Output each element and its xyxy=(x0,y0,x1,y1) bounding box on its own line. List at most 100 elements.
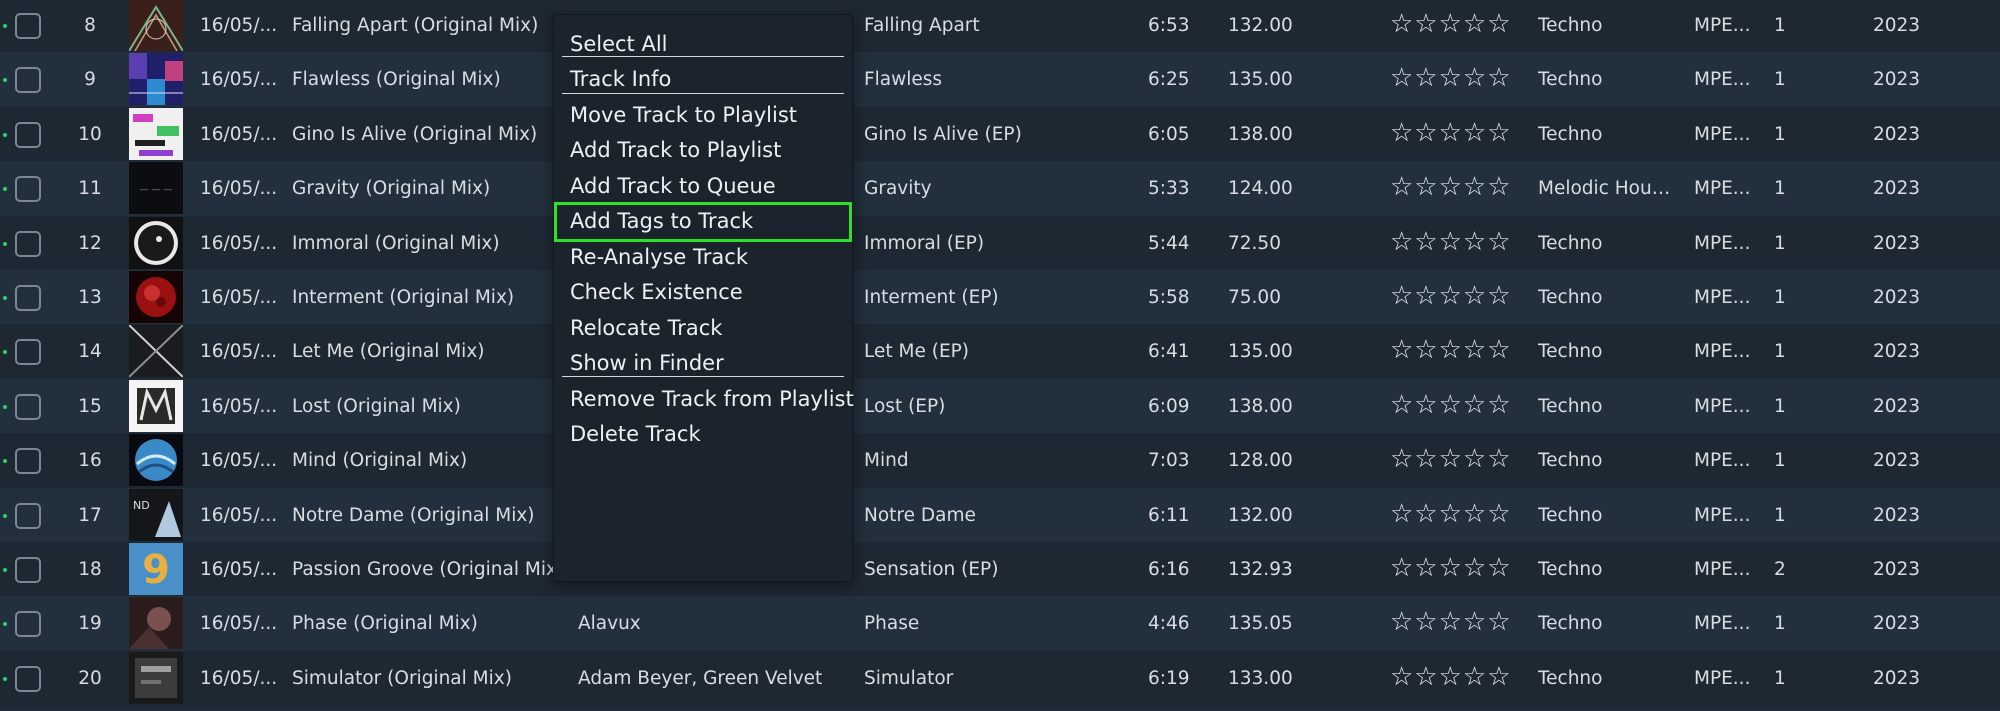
table-row[interactable]: 13 16/05/... Interment (Original Mix) Inter… xyxy=(0,270,2000,325)
track-year: 2023 xyxy=(1873,15,1921,36)
row-checkbox[interactable] xyxy=(15,393,41,420)
track-bpm: 124.00 xyxy=(1228,178,1293,200)
status-dot-icon xyxy=(3,296,7,300)
track-number: 18 xyxy=(78,559,102,580)
menu-item-label: Check Existence xyxy=(570,280,743,304)
menu-item-check-existence[interactable]: Check Existence xyxy=(554,273,852,313)
track-genre: Techno xyxy=(1538,667,1603,689)
table-row[interactable]: 15 16/05/... Lost (Original Mix) Lost (EP) 6… xyxy=(0,378,2000,434)
track-number: 16 xyxy=(78,450,102,472)
track-bpm: 135.00 xyxy=(1228,341,1293,363)
rating-stars[interactable]: ☆☆☆☆☆ xyxy=(1390,501,1512,527)
rating-stars[interactable]: ☆☆☆☆☆ xyxy=(1390,174,1512,200)
date-added: 16/05/... xyxy=(200,613,278,635)
track-duration: 6:16 xyxy=(1148,559,1190,580)
track-number: 12 xyxy=(78,232,102,254)
row-checkbox[interactable] xyxy=(15,448,41,475)
rating-stars[interactable]: ☆☆☆☆☆ xyxy=(1390,664,1512,690)
menu-item-re-analyse-track[interactable]: Re-Analyse Track xyxy=(554,238,852,278)
rating-stars[interactable]: ☆☆☆☆☆ xyxy=(1390,120,1512,146)
menu-item-track-info[interactable]: Track Info xyxy=(554,60,852,100)
track-genre: Techno xyxy=(1538,15,1603,36)
track-album: Interment (EP) xyxy=(864,287,999,308)
menu-item-move-track-to-playlist[interactable]: Move Track to Playlist xyxy=(554,96,852,136)
track-duration: 6:11 xyxy=(1148,504,1190,526)
row-checkbox[interactable] xyxy=(15,13,41,39)
rating-stars[interactable]: ☆☆☆☆☆ xyxy=(1390,392,1512,418)
table-row[interactable]: 11 — — — 16/05/... Gravity (Original Mix) Gr… xyxy=(0,161,2000,216)
rating-stars[interactable]: ☆☆☆☆☆ xyxy=(1390,446,1512,472)
track-disc: 1 xyxy=(1774,287,1786,308)
date-added: 16/05/... xyxy=(200,341,278,363)
track-format: MPE... xyxy=(1694,667,1751,689)
table-row[interactable]: 8 16/05/... Falling Apart (Original Mix) Fa… xyxy=(0,0,2000,53)
menu-item-add-track-to-playlist[interactable]: Add Track to Playlist xyxy=(554,131,852,171)
row-checkbox[interactable] xyxy=(15,611,41,638)
rating-stars[interactable]: ☆☆☆☆☆ xyxy=(1390,283,1512,309)
row-checkbox[interactable] xyxy=(15,176,41,203)
status-dot-icon xyxy=(3,187,7,192)
rating-stars[interactable]: ☆☆☆☆☆ xyxy=(1390,609,1512,635)
row-checkbox[interactable] xyxy=(15,557,41,583)
track-format: MPE... xyxy=(1694,287,1751,308)
rating-stars[interactable]: ☆☆☆☆☆ xyxy=(1390,11,1512,37)
album-art-thumbnail xyxy=(129,379,183,432)
rating-stars[interactable]: ☆☆☆☆☆ xyxy=(1390,65,1512,91)
track-genre: Techno xyxy=(1538,287,1603,308)
table-row[interactable]: 14 16/05/... Let Me (Original Mix) Let Me (… xyxy=(0,324,2000,379)
rating-stars[interactable]: ☆☆☆☆☆ xyxy=(1390,337,1512,363)
table-row[interactable]: 12 16/05/... Immoral (Original Mix) Immoral… xyxy=(0,215,2000,270)
track-year: 2023 xyxy=(1873,287,1921,308)
track-format: MPE... xyxy=(1694,395,1751,417)
menu-item-relocate-track[interactable]: Relocate Track xyxy=(554,309,852,349)
row-checkbox[interactable] xyxy=(15,230,41,257)
menu-item-label: Re-Analyse Track xyxy=(570,245,748,269)
row-checkbox[interactable] xyxy=(15,285,41,311)
rating-stars[interactable]: ☆☆☆☆☆ xyxy=(1390,229,1512,255)
menu-item-select-all[interactable]: Select All xyxy=(554,25,852,65)
menu-item-show-in-finder[interactable]: Show in Finder xyxy=(554,344,852,384)
table-row[interactable]: 10 16/05/... Gino Is Alive (Original Mix) G… xyxy=(0,106,2000,162)
track-bpm: 138.00 xyxy=(1228,123,1293,145)
track-bpm: 72.50 xyxy=(1228,232,1281,254)
album-art-thumbnail xyxy=(129,651,183,704)
track-bpm: 133.00 xyxy=(1228,667,1293,689)
date-added: 16/05/... xyxy=(200,69,278,91)
table-row[interactable]: 20 16/05/... Simulator (Original Mix) Adam … xyxy=(0,650,2000,706)
track-title: Simulator (Original Mix) xyxy=(292,667,512,689)
table-row[interactable]: 9 16/05/... Flawless (Original Mix) Flawles… xyxy=(0,52,2000,107)
menu-item-delete-track[interactable]: Delete Track xyxy=(554,415,852,455)
track-genre: Techno xyxy=(1538,341,1603,363)
track-format: MPE... xyxy=(1694,69,1751,91)
date-added: 16/05/... xyxy=(200,178,278,200)
row-checkbox[interactable] xyxy=(15,67,41,94)
menu-item-label: Add Track to Queue xyxy=(570,174,776,198)
album-art-thumbnail xyxy=(129,53,183,106)
menu-item-add-tags-to-track[interactable]: Add Tags to Track xyxy=(554,202,852,242)
track-year: 2023 xyxy=(1873,232,1921,254)
row-checkbox[interactable] xyxy=(15,121,41,148)
table-row[interactable]: 18 9 16/05/... Passion Groove (Original Mix… xyxy=(0,542,2000,597)
row-checkbox[interactable] xyxy=(15,339,41,366)
table-row[interactable]: 16 16/05/... Mind (Original Mix) Mind 7:03 12… xyxy=(0,433,2000,488)
table-row[interactable]: 19 16/05/... Phase (Original Mix) Alavux Pha… xyxy=(0,596,2000,651)
rating-stars[interactable]: ☆☆☆☆☆ xyxy=(1390,555,1512,581)
track-format: MPE... xyxy=(1694,232,1751,254)
track-album: Mind xyxy=(864,450,909,472)
track-year: 2023 xyxy=(1873,123,1921,145)
menu-item-add-track-to-queue[interactable]: Add Track to Queue xyxy=(554,167,852,207)
menu-item-label: Select All xyxy=(570,32,668,56)
date-added: 16/05/... xyxy=(200,559,278,580)
table-row[interactable]: 17 ND 16/05/... Notre Dame (Original Mix) No… xyxy=(0,487,2000,542)
track-genre: Techno xyxy=(1538,395,1603,417)
date-added: 16/05/... xyxy=(200,504,278,526)
track-artist: Alavux xyxy=(578,613,641,635)
menu-item-remove-track-from-playlist[interactable]: Remove Track from Playlist xyxy=(554,380,854,420)
row-checkbox[interactable] xyxy=(15,502,41,529)
track-genre: Techno xyxy=(1538,232,1603,254)
track-disc: 1 xyxy=(1774,395,1786,417)
track-duration: 5:33 xyxy=(1148,178,1190,200)
row-checkbox[interactable] xyxy=(15,665,41,692)
track-title: Falling Apart (Original Mix) xyxy=(292,15,539,36)
track-format: MPE... xyxy=(1694,504,1751,526)
